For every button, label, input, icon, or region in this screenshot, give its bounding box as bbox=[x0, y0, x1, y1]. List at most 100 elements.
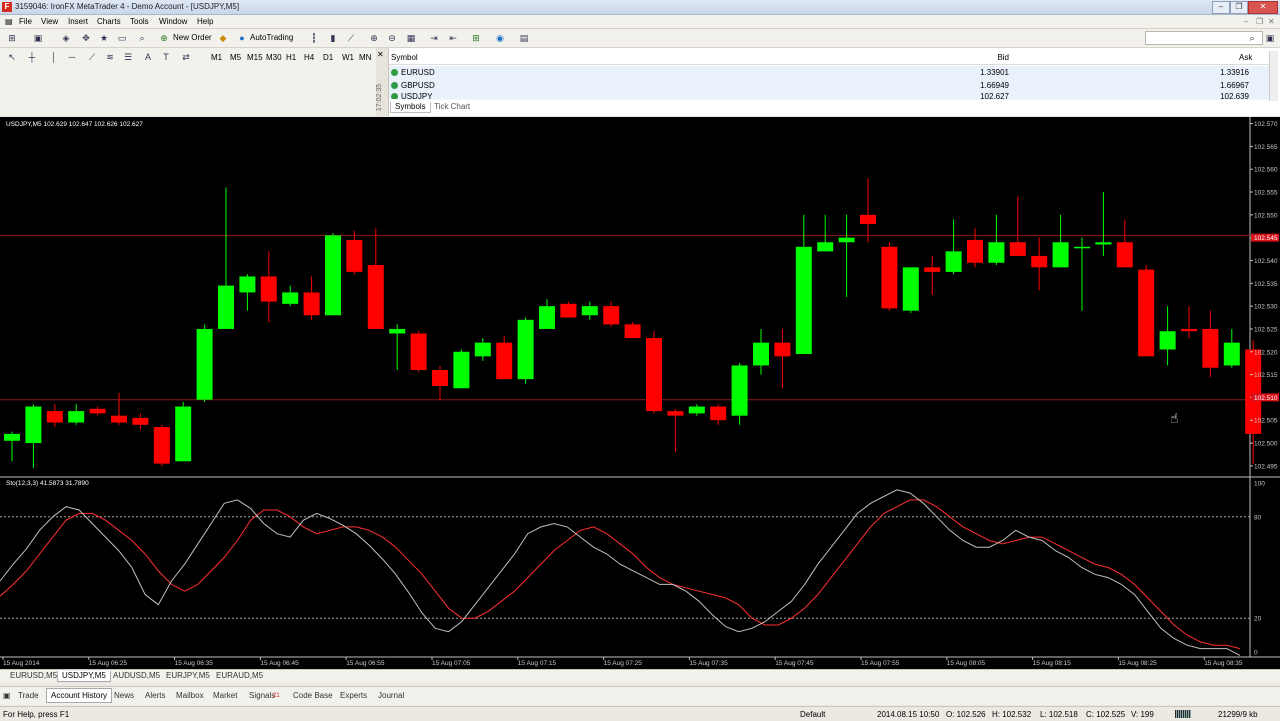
bear-candle bbox=[667, 411, 684, 416]
menu-tools[interactable]: Tools bbox=[130, 17, 149, 26]
bull-candle bbox=[731, 365, 748, 416]
autotrading-button[interactable]: AutoTrading bbox=[250, 33, 293, 42]
mdi-minimize-icon[interactable]: – bbox=[1244, 17, 1248, 26]
col-ask[interactable]: Ask bbox=[1239, 53, 1252, 62]
terminal-tab-news[interactable]: News bbox=[114, 691, 134, 700]
terminal-tab-signals[interactable]: Signals bbox=[249, 691, 275, 700]
bear-candle bbox=[860, 214, 876, 224]
menu-window[interactable]: Window bbox=[159, 17, 187, 26]
terminal-tab-experts[interactable]: Experts bbox=[340, 691, 367, 700]
menu-view[interactable]: View bbox=[41, 17, 58, 26]
text-icon[interactable]: A bbox=[142, 51, 154, 63]
chart-tab-eurusd[interactable]: EURUSD,M5 bbox=[6, 671, 61, 681]
tile-windows-icon[interactable]: ▦ bbox=[405, 32, 417, 44]
arrows-icon[interactable]: ⇄ bbox=[180, 51, 192, 63]
status-profile[interactable]: Default bbox=[800, 710, 825, 719]
terminal-tab-alerts[interactable]: Alerts bbox=[145, 691, 165, 700]
tf-m5[interactable]: M5 bbox=[230, 53, 241, 62]
sto-axis-label: 100 bbox=[1254, 481, 1265, 488]
text-label-icon[interactable]: T bbox=[160, 51, 172, 63]
community-icon[interactable]: ▣ bbox=[1264, 32, 1276, 44]
new-order-icon[interactable]: ⊕ bbox=[158, 32, 170, 44]
mdi-close-icon[interactable]: ✕ bbox=[1268, 17, 1275, 26]
bear-candle bbox=[1181, 328, 1197, 332]
bar-chart-icon[interactable]: ┇ bbox=[308, 32, 320, 44]
crosshair-icon[interactable]: ┼ bbox=[26, 51, 38, 63]
bear-candle bbox=[46, 411, 63, 423]
bull-candle bbox=[817, 242, 834, 252]
tf-h4[interactable]: H4 bbox=[304, 53, 314, 62]
col-bid[interactable]: Bid bbox=[989, 53, 1009, 62]
chart-tab-audusd[interactable]: AUDUSD,M5 bbox=[109, 671, 164, 681]
chart-window[interactable]: 102.570 102.565 102.560 102.555 102.550 102.5… bbox=[0, 117, 1280, 669]
terminal-tab-trade[interactable]: Trade bbox=[18, 691, 39, 700]
search-icon[interactable]: ⌕ bbox=[1246, 32, 1258, 44]
zoom-in-icon[interactable]: ⊕ bbox=[368, 32, 380, 44]
terminal-icon[interactable]: ▭ bbox=[116, 32, 128, 44]
tab-symbols[interactable]: Symbols bbox=[390, 102, 431, 113]
market-watch-row[interactable]: USDJPY 102.627 102.639 bbox=[389, 92, 1269, 100]
autotrading-icon[interactable]: ● bbox=[236, 32, 248, 44]
market-watch-close-icon[interactable]: ✕ bbox=[377, 50, 384, 59]
connection-icon bbox=[1175, 710, 1191, 718]
tf-d1[interactable]: D1 bbox=[323, 53, 333, 62]
market-watch-row[interactable]: EURUSD 1.33901 1.33916 bbox=[389, 66, 1269, 80]
line-chart-icon[interactable]: ⟋ bbox=[345, 32, 357, 44]
terminal-tab-journal[interactable]: Journal bbox=[378, 691, 404, 700]
chart-tab-usdjpy[interactable]: USDJPY,M5 bbox=[57, 671, 111, 682]
horizontal-line-icon[interactable]: ─ bbox=[66, 51, 78, 63]
menu-help[interactable]: Help bbox=[197, 17, 213, 26]
tester-icon[interactable]: ⌕ bbox=[136, 32, 148, 44]
col-symbol[interactable]: Symbol bbox=[391, 53, 418, 62]
vertical-line-icon[interactable]: │ bbox=[48, 51, 60, 63]
channel-icon[interactable]: ≋ bbox=[104, 51, 116, 63]
terminal-tab-account-history[interactable]: Account History bbox=[46, 688, 113, 703]
indicators-icon[interactable]: ⊞ bbox=[470, 32, 482, 44]
tf-h1[interactable]: H1 bbox=[286, 53, 296, 62]
chart-tab-euraud[interactable]: EURAUD,M5 bbox=[212, 671, 267, 681]
tf-w1[interactable]: W1 bbox=[342, 53, 354, 62]
terminal-tab-market[interactable]: Market bbox=[213, 691, 237, 700]
time-label: 15 Aug 2014 bbox=[3, 660, 40, 667]
zoom-out-icon[interactable]: ⊖ bbox=[386, 32, 398, 44]
row-symbol: USDJPY bbox=[401, 92, 433, 100]
terminal-tab-mailbox[interactable]: Mailbox bbox=[176, 691, 204, 700]
cursor-icon[interactable]: ↖ bbox=[6, 51, 18, 63]
bear-candle bbox=[710, 406, 727, 421]
price-label: 102.530 bbox=[1254, 304, 1278, 311]
menu-charts[interactable]: Charts bbox=[97, 17, 121, 26]
profiles-icon[interactable]: ▣ bbox=[32, 32, 44, 44]
tf-m30[interactable]: M30 bbox=[266, 53, 282, 62]
market-watch-icon[interactable]: ◈ bbox=[60, 32, 72, 44]
metaeditor-icon[interactable]: ◆ bbox=[217, 32, 229, 44]
trendline-icon[interactable]: ⟋ bbox=[86, 51, 98, 63]
tf-m15[interactable]: M15 bbox=[247, 53, 263, 62]
tab-tick-chart[interactable]: Tick Chart bbox=[430, 102, 474, 112]
minimize-icon[interactable]: – bbox=[1212, 1, 1230, 14]
market-watch-row[interactable]: GBPUSD 1.66949 1.66967 bbox=[389, 79, 1269, 93]
tf-mn[interactable]: MN bbox=[359, 53, 371, 62]
price-chart-svg[interactable]: 102.570 102.565 102.560 102.555 102.550 102.5… bbox=[0, 117, 1280, 669]
symbol-status-icon bbox=[391, 82, 398, 89]
chart-shift-icon[interactable]: ⇥ bbox=[428, 32, 440, 44]
new-chart-icon[interactable]: ⊞ bbox=[6, 32, 18, 44]
tf-m1[interactable]: M1 bbox=[211, 53, 222, 62]
chart-tab-eurjpy[interactable]: EURJPY,M5 bbox=[162, 671, 214, 681]
terminal-tab-code-base[interactable]: Code Base bbox=[293, 691, 333, 700]
menu-file[interactable]: File bbox=[19, 17, 32, 26]
market-watch-scrollbar[interactable] bbox=[1269, 51, 1278, 101]
candles-icon[interactable]: ▮ bbox=[327, 32, 339, 44]
time-label: 15 Aug 07:25 bbox=[604, 660, 643, 667]
data-window-icon[interactable]: ✥ bbox=[80, 32, 92, 44]
periods-icon[interactable]: ◉ bbox=[494, 32, 506, 44]
autoscroll-icon[interactable]: ⇤ bbox=[447, 32, 459, 44]
menu-insert[interactable]: Insert bbox=[68, 17, 88, 26]
navigator-icon[interactable]: ★ bbox=[98, 32, 110, 44]
status-low: L: 102.518 bbox=[1040, 710, 1078, 719]
fibonacci-icon[interactable]: ☰ bbox=[122, 51, 134, 63]
maximize-icon[interactable]: ❐ bbox=[1230, 1, 1248, 14]
new-order-button[interactable]: New Order bbox=[173, 33, 212, 42]
close-icon[interactable]: ✕ bbox=[1248, 1, 1278, 14]
mdi-restore-icon[interactable]: ❐ bbox=[1256, 17, 1263, 26]
templates-icon[interactable]: ▤ bbox=[518, 32, 530, 44]
